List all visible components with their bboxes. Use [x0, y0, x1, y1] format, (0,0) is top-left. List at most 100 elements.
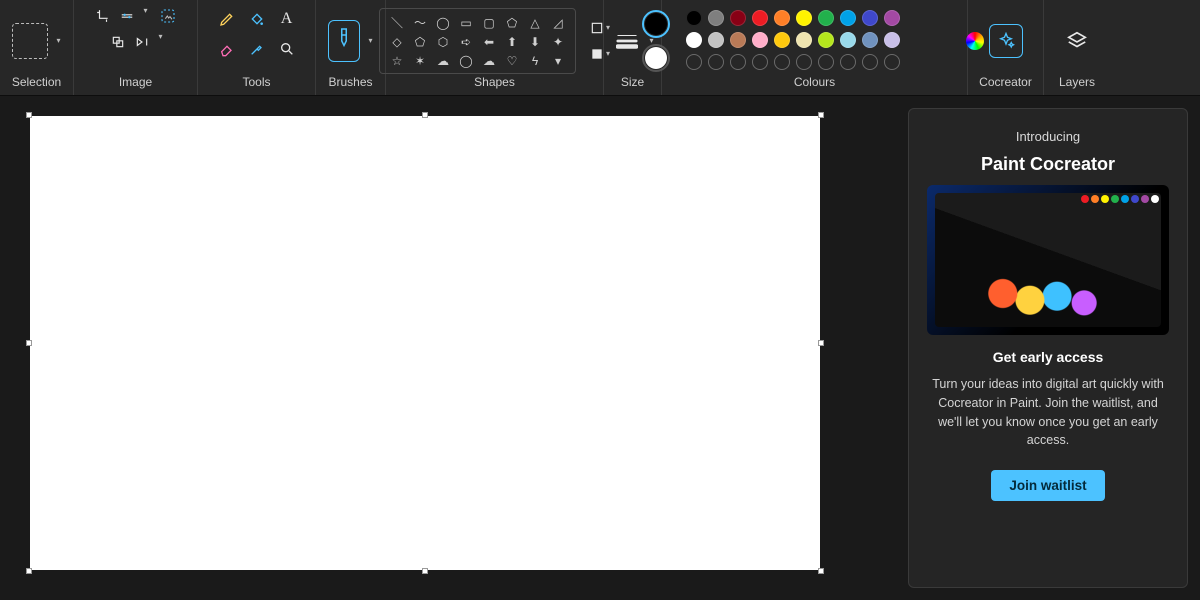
colour-swatch[interactable] [686, 54, 702, 70]
colour-swatch[interactable] [862, 10, 878, 26]
selection-rect-icon[interactable] [12, 23, 48, 59]
shape-diamond-icon[interactable]: ◇ [388, 34, 406, 50]
colour-swatch[interactable] [708, 32, 724, 48]
ribbon: ▾ Selection ▾ ▾ Image A [0, 0, 1200, 96]
cocreator-panel: Introducing Paint Cocreator Get early ac… [908, 108, 1188, 588]
shape-arrow-left-icon[interactable]: ⬅ [480, 34, 498, 50]
resize-handle-w[interactable] [26, 340, 32, 346]
shape-arrow-down-icon[interactable]: ⬇ [526, 34, 544, 50]
resize-handle-se[interactable] [818, 568, 824, 574]
shape-right-triangle-icon[interactable]: ◿ [549, 15, 567, 31]
magnifier-icon[interactable] [274, 36, 300, 62]
group-selection: ▾ Selection [0, 0, 74, 95]
group-label-cocreator: Cocreator [979, 75, 1032, 91]
colour-swatch[interactable] [774, 54, 790, 70]
shape-roundrect-icon[interactable]: ▢ [480, 15, 498, 31]
shape-6star-icon[interactable]: ✶ [411, 53, 429, 69]
shape-roundcallout-icon[interactable]: ☁ [434, 53, 452, 69]
size-button[interactable] [612, 26, 642, 56]
shape-arrow-right-icon[interactable]: ➪ [457, 34, 475, 50]
chevron-down-icon[interactable]: ▾ [56, 36, 60, 45]
shape-5star-icon[interactable]: ☆ [388, 53, 406, 69]
group-label-size: Size [621, 75, 644, 91]
chevron-down-icon[interactable]: ▾ [143, 6, 147, 26]
colour-swatch[interactable] [752, 54, 768, 70]
colour-swatch[interactable] [862, 54, 878, 70]
resize-handle-sw[interactable] [26, 568, 32, 574]
primary-colour[interactable] [642, 10, 670, 38]
group-cocreator: Cocreator [968, 0, 1044, 95]
shape-lightning-icon[interactable]: ϟ [526, 53, 544, 69]
colour-swatch[interactable] [686, 32, 702, 48]
group-label-layers: Layers [1059, 75, 1095, 91]
shape-arrow-up-icon[interactable]: ⬆ [503, 34, 521, 50]
shapes-gallery[interactable]: ＼ 〜 ◯ ▭ ▢ ⬠ △ ◿ ◇ ⬠ ⬡ ➪ ⬅ ⬆ ⬇ ✦ ☆ [379, 8, 576, 74]
group-label-image: Image [119, 75, 152, 91]
group-colours: Colours [662, 0, 968, 95]
resize-handle-ne[interactable] [818, 112, 824, 118]
secondary-colour[interactable] [642, 44, 670, 72]
colour-swatch[interactable] [774, 32, 790, 48]
layers-button[interactable] [1060, 24, 1094, 58]
shape-pentagon-icon[interactable]: ⬠ [411, 34, 429, 50]
colour-swatch[interactable] [796, 10, 812, 26]
shape-rect-icon[interactable]: ▭ [457, 15, 475, 31]
colour-swatch[interactable] [730, 32, 746, 48]
brush-button[interactable] [328, 20, 360, 62]
shape-hexagon-icon[interactable]: ⬡ [434, 34, 452, 50]
colour-swatch[interactable] [862, 32, 878, 48]
colour-swatch[interactable] [884, 10, 900, 26]
colour-swatch[interactable] [884, 32, 900, 48]
colour-swatch[interactable] [796, 54, 812, 70]
resize-handle-n[interactable] [422, 112, 428, 118]
rotate-icon[interactable] [108, 32, 128, 52]
shape-triangle-icon[interactable]: △ [526, 15, 544, 31]
resize-handle-e[interactable] [818, 340, 824, 346]
chevron-down-icon[interactable]: ▾ [368, 36, 372, 45]
join-waitlist-button[interactable]: Join waitlist [991, 470, 1104, 501]
colour-swatch[interactable] [774, 10, 790, 26]
shape-line-icon[interactable]: ＼ [388, 15, 406, 31]
shape-4star-icon[interactable]: ✦ [549, 34, 567, 50]
eyedropper-icon[interactable] [244, 36, 270, 62]
eraser-icon[interactable] [214, 36, 240, 62]
shape-more-icon[interactable]: ▾ [549, 53, 567, 69]
colour-swatch[interactable] [686, 10, 702, 26]
canvas[interactable] [30, 116, 820, 570]
shape-oval-icon[interactable]: ◯ [434, 15, 452, 31]
text-icon[interactable]: A [274, 6, 300, 32]
cocreator-button[interactable] [989, 24, 1023, 58]
resize-icon[interactable] [117, 6, 137, 26]
colour-swatch[interactable] [818, 54, 834, 70]
shape-ovalcallout-icon[interactable]: ◯ [457, 53, 475, 69]
group-label-selection: Selection [12, 75, 61, 91]
panel-subtitle: Get early access [993, 349, 1104, 365]
colour-swatch[interactable] [840, 32, 856, 48]
colour-swatch[interactable] [840, 54, 856, 70]
colour-swatch[interactable] [752, 32, 768, 48]
colour-swatch[interactable] [752, 10, 768, 26]
colour-swatch[interactable] [708, 10, 724, 26]
shape-polygon-icon[interactable]: ⬠ [503, 15, 521, 31]
colour-swatch[interactable] [708, 54, 724, 70]
colour-swatch[interactable] [730, 54, 746, 70]
colour-swatch[interactable] [818, 32, 834, 48]
shape-curve-icon[interactable]: 〜 [411, 15, 429, 31]
resize-handle-nw[interactable] [26, 112, 32, 118]
resize-handle-s[interactable] [422, 568, 428, 574]
colour-swatch[interactable] [840, 10, 856, 26]
pencil-icon[interactable] [214, 6, 240, 32]
colour-swatch[interactable] [730, 10, 746, 26]
colour-swatch[interactable] [796, 32, 812, 48]
fill-icon[interactable] [244, 6, 270, 32]
colour-swatch[interactable] [818, 10, 834, 26]
shape-heart-icon[interactable]: ♡ [503, 53, 521, 69]
colour-swatch[interactable] [884, 54, 900, 70]
shape-cloudcallout-icon[interactable]: ☁ [480, 53, 498, 69]
ai-select-icon[interactable] [158, 6, 178, 26]
panel-description: Turn your ideas into digital art quickly… [927, 375, 1169, 450]
chevron-down-icon[interactable]: ▾ [158, 32, 162, 52]
workspace: Introducing Paint Cocreator Get early ac… [0, 96, 1200, 600]
flip-icon[interactable] [132, 32, 152, 52]
crop-icon[interactable] [93, 6, 113, 26]
